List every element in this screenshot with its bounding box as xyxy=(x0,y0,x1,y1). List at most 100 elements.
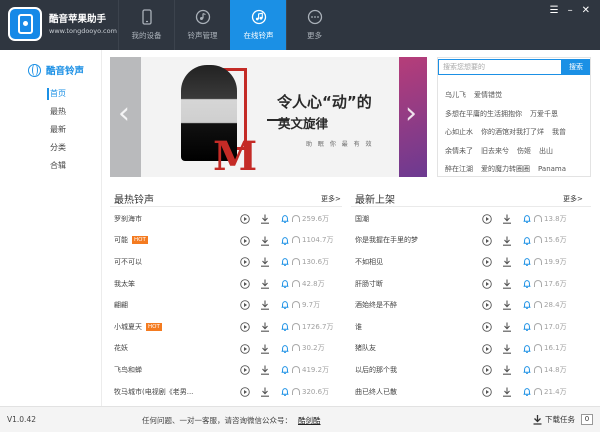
wechat-account-link[interactable]: 酷剑酷 xyxy=(298,416,321,425)
play-icon[interactable] xyxy=(482,386,492,397)
sidebar-item-newest[interactable]: 最新 xyxy=(0,121,101,139)
search-button[interactable]: 搜索 xyxy=(562,59,590,75)
set-ringtone-bell-icon[interactable] xyxy=(522,387,532,397)
hot-tag[interactable]: 你的酒馆对我打了烊 xyxy=(481,127,544,137)
song-name[interactable]: 猪队友 xyxy=(355,343,376,353)
song-name[interactable]: 牧马城市(电视剧《老男... xyxy=(114,387,193,397)
song-name[interactable]: 翩翩 xyxy=(114,300,128,310)
menu-icon[interactable]: ☰ xyxy=(550,5,559,16)
minimize-icon[interactable]: – xyxy=(568,5,573,16)
set-ringtone-bell-icon[interactable] xyxy=(280,365,290,375)
sidebar-item-hottest[interactable]: 最热 xyxy=(0,103,101,121)
hot-tag[interactable]: 伤姬 xyxy=(517,146,531,156)
hottest-more-link[interactable]: 更多> xyxy=(321,194,341,204)
tab-online-ringtones[interactable]: 在线铃声 xyxy=(230,0,286,50)
download-icon[interactable] xyxy=(260,387,270,397)
download-icon[interactable] xyxy=(502,257,512,267)
song-name[interactable]: 不如相见 xyxy=(355,257,383,267)
hot-tag[interactable]: 万爱千恩 xyxy=(530,109,558,119)
song-name[interactable]: 飞鸟和蝉 xyxy=(114,365,142,375)
chevron-left-icon[interactable]: ‹ xyxy=(114,99,134,135)
newest-more-link[interactable]: 更多> xyxy=(563,194,583,204)
download-icon[interactable] xyxy=(502,236,512,246)
tab-ringtone-manage[interactable]: 铃声管理 xyxy=(174,0,230,50)
download-icon[interactable] xyxy=(502,365,512,375)
song-row[interactable]: 可不可以 130.6万 xyxy=(110,251,342,273)
set-ringtone-bell-icon[interactable] xyxy=(280,214,290,224)
play-icon[interactable] xyxy=(240,365,250,375)
close-icon[interactable]: ✕ xyxy=(582,5,590,16)
download-icon[interactable] xyxy=(502,279,512,289)
set-ringtone-bell-icon[interactable] xyxy=(522,279,532,289)
set-ringtone-bell-icon[interactable] xyxy=(522,365,532,375)
song-row[interactable]: 罗刹海市 259.6万 xyxy=(110,208,342,230)
song-row[interactable]: 你是我握在手里的梦 15.6万 xyxy=(351,230,591,252)
song-row[interactable]: 不如相见 19.9万 xyxy=(351,251,591,273)
song-name[interactable]: 我太笨 xyxy=(114,279,135,289)
sidebar-item-home[interactable]: 首页 xyxy=(0,85,101,103)
hot-tag[interactable]: 多想在平庸的生活拥抱你 xyxy=(445,109,522,119)
song-row[interactable]: 可能 HOT 1104.7万 xyxy=(110,230,342,252)
song-row[interactable]: 谁 17.0万 xyxy=(351,316,591,338)
song-name[interactable]: 曲已终人已散 xyxy=(355,387,397,397)
sidebar-item-categories[interactable]: 分类 xyxy=(0,139,101,157)
hot-tag[interactable]: 我曾 xyxy=(552,127,566,137)
promo-banner[interactable]: M 令人心“动”的 英文旋律 助 眠 你 最 有 效 ‹ › xyxy=(110,57,427,177)
download-icon[interactable] xyxy=(260,365,270,375)
song-row[interactable]: 牧马城市(电视剧《老男... 320.6万 xyxy=(110,381,342,403)
play-icon[interactable] xyxy=(240,322,250,332)
download-icon[interactable] xyxy=(260,322,270,332)
download-tasks-button[interactable]: 下载任务 0 xyxy=(533,414,593,425)
set-ringtone-bell-icon[interactable] xyxy=(522,214,532,224)
play-icon[interactable] xyxy=(482,279,492,289)
download-icon[interactable] xyxy=(260,214,270,224)
download-icon[interactable] xyxy=(260,236,270,246)
song-name[interactable]: 花妖 xyxy=(114,343,128,353)
song-name[interactable]: 肝肠寸断 xyxy=(355,279,383,289)
sidebar-item-collections[interactable]: 合辑 xyxy=(0,157,101,175)
song-row[interactable]: 飞鸟和蝉 419.2万 xyxy=(110,359,342,381)
set-ringtone-bell-icon[interactable] xyxy=(522,236,532,246)
hot-tag[interactable]: 乌儿飞 xyxy=(445,90,466,100)
hot-tag[interactable]: 心如止水 xyxy=(445,127,473,137)
set-ringtone-bell-icon[interactable] xyxy=(522,300,532,310)
download-icon[interactable] xyxy=(260,344,270,354)
song-row[interactable]: 曲已终人已散 21.4万 xyxy=(351,381,591,403)
hot-tag[interactable]: 旧去来兮 xyxy=(481,146,509,156)
set-ringtone-bell-icon[interactable] xyxy=(280,322,290,332)
download-icon[interactable] xyxy=(260,279,270,289)
search-input[interactable] xyxy=(438,59,562,75)
set-ringtone-bell-icon[interactable] xyxy=(522,322,532,332)
song-row[interactable]: 小城夏天 HOT 1726.7万 xyxy=(110,316,342,338)
song-row[interactable]: 酒始终是不醉 28.4万 xyxy=(351,294,591,316)
play-icon[interactable] xyxy=(482,235,492,246)
play-icon[interactable] xyxy=(482,300,492,311)
song-name[interactable]: 你是我握在手里的梦 xyxy=(355,235,418,245)
play-icon[interactable] xyxy=(240,279,250,289)
download-icon[interactable] xyxy=(502,214,512,224)
set-ringtone-bell-icon[interactable] xyxy=(280,279,290,289)
play-icon[interactable] xyxy=(240,214,250,224)
song-row[interactable]: 肝肠寸断 17.6万 xyxy=(351,273,591,295)
play-icon[interactable] xyxy=(482,343,492,354)
download-icon[interactable] xyxy=(260,257,270,267)
download-icon[interactable] xyxy=(260,300,270,311)
song-name[interactable]: 小城夏天 HOT xyxy=(114,322,162,332)
play-icon[interactable] xyxy=(482,257,492,267)
song-name[interactable]: 以后的那个我 xyxy=(355,365,397,375)
song-row[interactable]: 花妖 30.2万 xyxy=(110,338,342,360)
download-icon[interactable] xyxy=(502,322,512,332)
tab-my-device[interactable]: 我的设备 xyxy=(118,0,174,50)
hot-tag[interactable]: Panama xyxy=(538,165,566,173)
download-icon[interactable] xyxy=(502,344,512,354)
song-name[interactable]: 可能 HOT xyxy=(114,235,148,245)
song-name[interactable]: 可不可以 xyxy=(114,257,142,267)
play-icon[interactable] xyxy=(482,365,492,375)
set-ringtone-bell-icon[interactable] xyxy=(280,300,290,310)
set-ringtone-bell-icon[interactable] xyxy=(280,257,290,267)
song-row[interactable]: 我太笨 42.8万 xyxy=(110,273,342,295)
download-icon[interactable] xyxy=(502,300,512,311)
play-icon[interactable] xyxy=(240,257,250,267)
song-row[interactable]: 翩翩 9.7万 xyxy=(110,294,342,316)
song-name[interactable]: 酒始终是不醉 xyxy=(355,300,397,310)
